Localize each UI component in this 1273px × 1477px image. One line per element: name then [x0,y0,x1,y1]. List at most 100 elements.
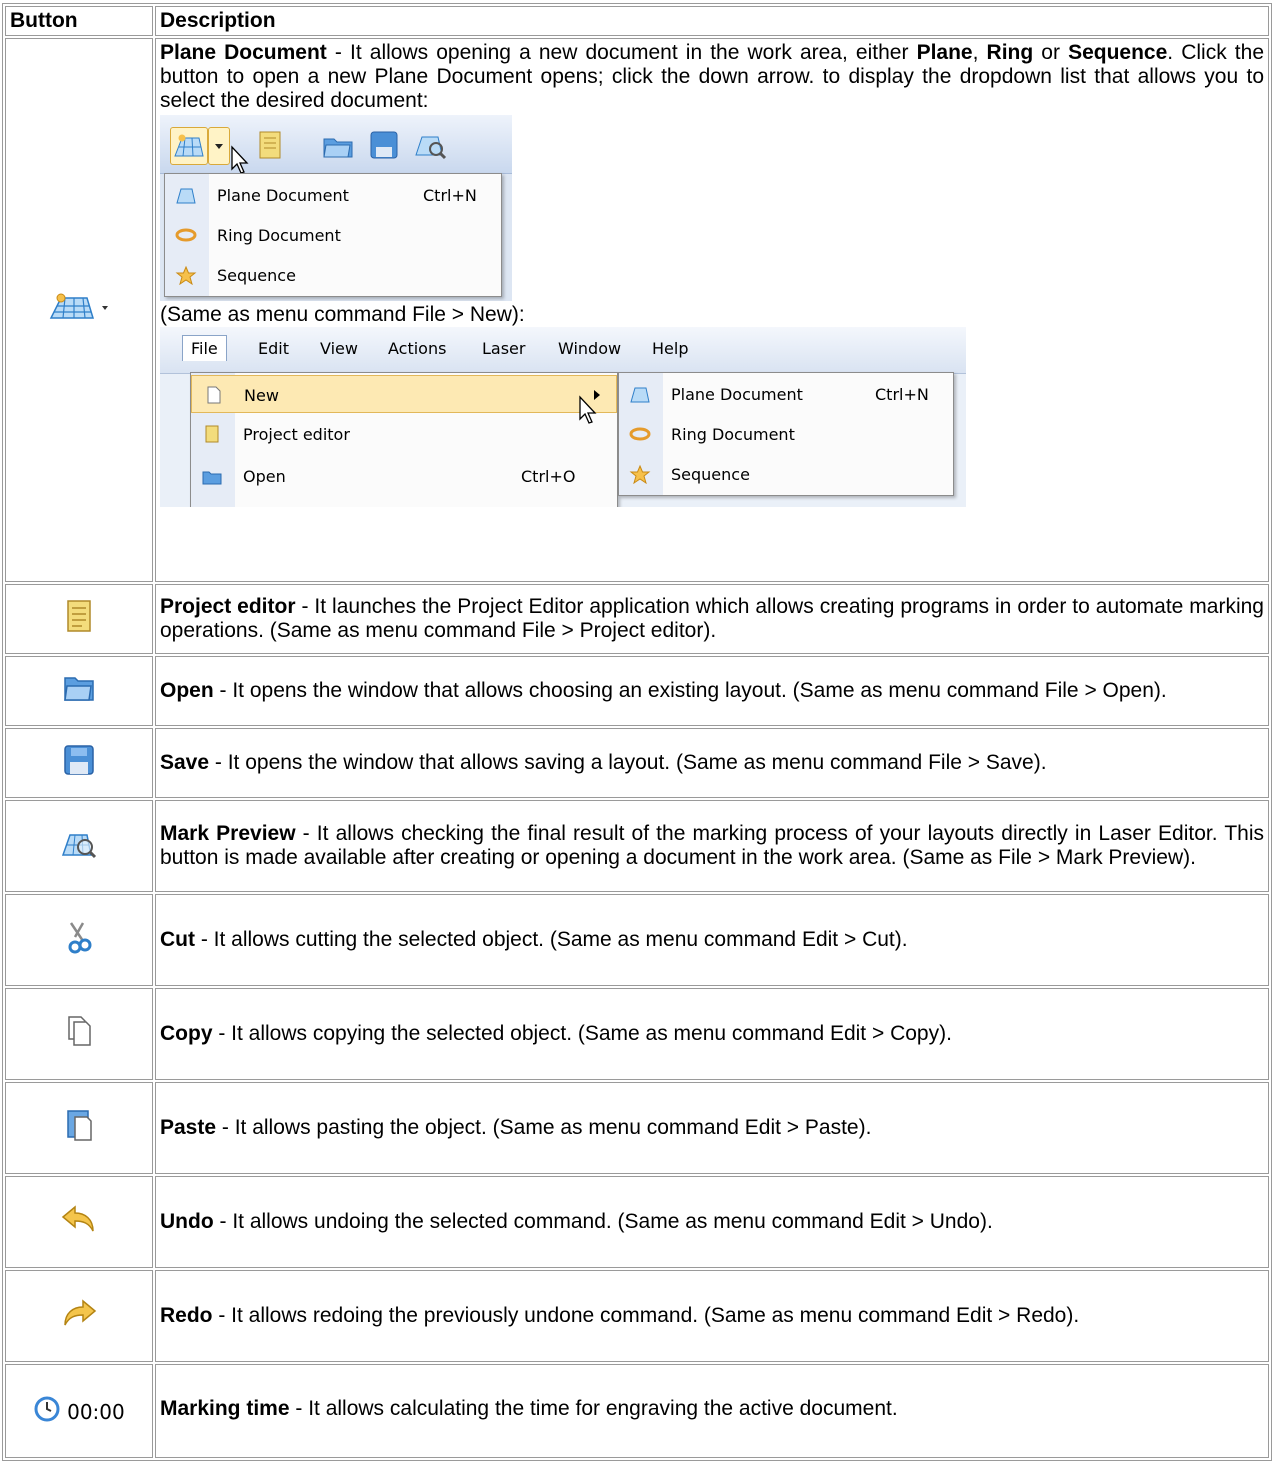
menu-help[interactable]: Help [652,339,688,358]
copy-icon [59,1011,99,1057]
dropdown-item-sequence[interactable]: Sequence [165,256,501,294]
submenu-item-plane-document[interactable]: Plane Document Ctrl+N [619,375,953,413]
dropdown-item-plane-document[interactable]: Plane Document Ctrl+N [165,176,501,214]
sequence-term: Sequence [1068,41,1168,64]
plane-doc-icon [176,188,196,204]
description-cell: Save - It opens the window that allows s… [155,728,1269,798]
menu-item-shortcut: Ctrl+N [875,385,929,404]
clock-icon [33,1395,61,1429]
table-row: Save - It opens the window that allows s… [5,728,1269,798]
plane-doc-icon [630,387,650,403]
file-menu-item-project-editor[interactable]: Project editor [191,415,617,453]
button-cell [5,800,153,892]
description-cell: Plane Document - It allows opening a new… [155,38,1269,582]
open-folder-icon [59,670,99,712]
table-row: Project editor - It launches the Project… [5,584,1269,654]
dropdown-item-ring-document[interactable]: Ring Document [165,216,501,254]
button-cell [5,988,153,1080]
save-disk-icon [59,740,99,786]
button-cell [5,584,153,654]
file-menu-item-open[interactable]: Open Ctrl+O [191,457,617,495]
row-label: Redo [160,1304,213,1327]
scissors-icon [59,917,99,963]
row-text: - It allows copying the selected object.… [212,1022,952,1045]
menu-actions[interactable]: Actions [388,339,446,358]
plane-document-button[interactable] [170,127,208,165]
menu-laser[interactable]: Laser [482,339,525,358]
button-cell [5,1082,153,1174]
submenu-item-sequence[interactable]: Sequence [619,455,953,493]
marking-time-readout: 00:00 [67,1400,125,1424]
button-cell [5,1270,153,1362]
new-submenu: Plane Document Ctrl+N Ring Document Sequ… [618,372,954,496]
ring-doc-icon [629,427,651,441]
sequence-icon [629,464,651,484]
file-menu-screenshot: File Edit View Actions Laser Window Help… [160,327,966,507]
mouse-cursor-icon [579,395,597,424]
open-folder-icon [202,471,222,485]
description-cell: Copy - It allows copying the selected ob… [155,988,1269,1080]
new-document-dropdown: Plane Document Ctrl+N Ring Document Sequ… [164,173,502,297]
undo-arrow-icon [59,1201,99,1243]
row-label: Cut [160,928,195,951]
row-text: - It opens the window that allows saving… [209,751,1047,774]
description-cell: Cut - It allows cutting the selected obj… [155,894,1269,986]
description-cell: Open - It opens the window that allows c… [155,656,1269,726]
menu-edit[interactable]: Edit [258,339,289,358]
submenu-item-ring-document[interactable]: Ring Document [619,415,953,453]
row-label: Project editor [160,595,296,618]
dropdown-arrow-button[interactable] [208,127,230,165]
table-row: Copy - It allows copying the selected ob… [5,988,1269,1080]
caption: (Same as menu command File > New): [160,303,525,326]
toolbar-buttons-table: Button Description Plane Document - It a… [2,3,1272,1461]
menu-view[interactable]: View [320,339,358,358]
button-cell [5,1176,153,1268]
row-label: Undo [160,1210,214,1233]
description-column-header: Description [155,6,1269,36]
menu-item-label: Ring Document [217,226,341,245]
button-cell [5,728,153,798]
mouse-cursor-icon [231,145,249,174]
row-text: - It allows pasting the object. (Same as… [216,1116,872,1139]
button-cell [5,894,153,986]
button-cell [5,656,153,726]
plane-document-dropdown-icon [47,292,111,328]
menu-item-label: Plane Document [217,186,349,205]
open-button[interactable] [320,127,356,163]
button-column-header: Button [5,6,153,36]
ring-doc-icon [175,228,197,242]
ring-term: Ring [986,41,1034,64]
plane-term: Plane [916,41,973,64]
row-text: - It allows opening a new document in th… [326,41,917,64]
row-text: - It launches the Project Editor applica… [160,595,1264,642]
menu-file[interactable]: File [182,335,227,361]
project-editor-button[interactable] [252,127,288,163]
row-text: - It allows undoing the selected command… [213,1210,993,1233]
description-cell: Redo - It allows redoing the previously … [155,1270,1269,1362]
row-label: Mark Preview [160,822,296,845]
row-label: Copy [160,1022,213,1045]
row-label: Open [160,679,214,702]
paste-icon [59,1105,99,1151]
project-editor-icon [205,425,219,443]
row-label: Save [160,751,210,774]
row-text: - It allows checking the final result of… [160,822,1265,869]
menu-item-label: Ring Document [671,425,795,444]
row-label: Plane Document [160,41,327,64]
menu-item-shortcut: Ctrl+O [521,467,576,486]
new-document-icon [207,386,221,404]
description-cell: Project editor - It launches the Project… [155,584,1269,654]
menu-item-label: Plane Document [671,385,803,404]
menu-item-label: Sequence [671,465,750,484]
project-editor-icon [59,596,99,642]
description-cell: Mark Preview - It allows checking the fi… [155,800,1269,892]
menu-item-label: Sequence [217,266,296,285]
save-button[interactable] [366,127,402,163]
mark-preview-button[interactable] [412,127,448,163]
mark-preview-icon [59,825,99,867]
file-menu-item-new[interactable]: New [191,375,617,413]
button-cell [5,38,153,582]
file-menu: New Project editor Open Ctrl+O [190,372,618,507]
description-cell: Paste - It allows pasting the object. (S… [155,1082,1269,1174]
menu-window[interactable]: Window [558,339,621,358]
